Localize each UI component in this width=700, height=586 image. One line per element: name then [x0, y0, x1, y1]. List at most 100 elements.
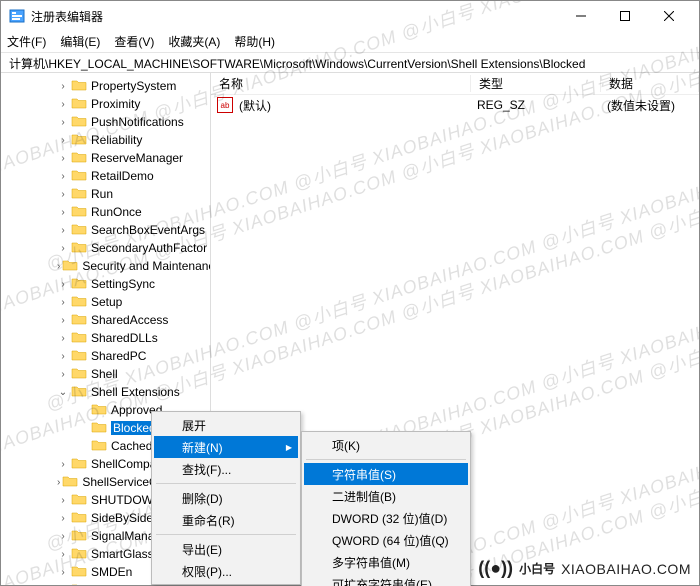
chevron-right-icon[interactable]: ›	[57, 369, 69, 380]
menu-item[interactable]: 删除(D)	[154, 487, 298, 509]
folder-icon	[69, 366, 91, 383]
chevron-right-icon[interactable]: ›	[57, 513, 69, 524]
menu-help[interactable]: 帮助(H)	[234, 33, 275, 50]
chevron-right-icon[interactable]: ›	[57, 243, 69, 254]
tree-item-label: Security and Maintenance	[82, 259, 211, 273]
chevron-right-icon[interactable]: ›	[57, 81, 69, 92]
tree-item-label: SharedAccess	[91, 313, 168, 327]
chevron-right-icon[interactable]: ›	[57, 225, 69, 236]
chevron-right-icon[interactable]: ›	[57, 207, 69, 218]
chevron-right-icon[interactable]: ›	[57, 135, 69, 146]
tree-item[interactable]: › RunOnce	[1, 203, 210, 221]
tree-item[interactable]: ›Setup	[1, 293, 210, 311]
list-row[interactable]: ab(默认)REG_SZ(数值未设置)	[211, 95, 699, 115]
folder-icon	[69, 456, 91, 473]
chevron-right-icon[interactable]: ›	[57, 315, 69, 326]
chevron-right-icon[interactable]: ›	[57, 189, 69, 200]
chevron-right-icon[interactable]: ›	[57, 297, 69, 308]
menu-item[interactable]: 项(K)	[304, 434, 468, 456]
tree-item[interactable]: › SharedAccess	[1, 311, 210, 329]
chevron-right-icon[interactable]: ›	[57, 459, 69, 470]
menu-item[interactable]: 导出(E)	[154, 538, 298, 560]
wifi-icon: ((●))	[478, 558, 513, 579]
col-name[interactable]: 名称	[211, 75, 471, 92]
tree-item-label: SideBySide	[91, 511, 153, 525]
tree-item[interactable]: › Proximity	[1, 95, 210, 113]
chevron-right-icon[interactable]: ›	[57, 279, 69, 290]
watermark-brand: 小白号	[519, 560, 555, 577]
folder-icon	[89, 438, 111, 455]
tree-item[interactable]: ›ReserveManager	[1, 149, 210, 167]
context-menu[interactable]: 展开新建(N)查找(F)... 删除(D)重命名(R) 导出(E)权限(P)...	[151, 411, 301, 585]
menu-favorites[interactable]: 收藏夹(A)	[168, 33, 220, 50]
tree-item-label: SMI	[91, 583, 112, 585]
menu-item[interactable]: 二进制值(B)	[304, 485, 468, 507]
menu-item[interactable]: 可扩充字符串值(E)	[304, 573, 468, 586]
col-type[interactable]: 类型	[471, 75, 601, 92]
menu-item[interactable]: 多字符串值(M)	[304, 551, 468, 573]
col-data[interactable]: 数据	[601, 75, 699, 92]
menu-item[interactable]: QWORD (64 位)值(Q)	[304, 529, 468, 551]
tree-item-label: Proximity	[91, 97, 140, 111]
addressbar[interactable]: 计算机\HKEY_LOCAL_MACHINE\SOFTWARE\Microsof…	[1, 53, 699, 73]
chevron-right-icon[interactable]: ›	[57, 567, 69, 578]
tree-item[interactable]: › SecondaryAuthFactor	[1, 239, 210, 257]
chevron-right-icon[interactable]: ›	[57, 531, 69, 542]
chevron-down-icon[interactable]: ⌄	[57, 387, 69, 398]
tree-item-label: SecondaryAuthFactor	[91, 241, 207, 255]
chevron-right-icon[interactable]: ›	[57, 99, 69, 110]
tree-item[interactable]: ›SharedPC	[1, 347, 210, 365]
tree-item-label: RunOnce	[91, 205, 142, 219]
chevron-right-icon[interactable]: ›	[57, 117, 69, 128]
folder-icon	[69, 186, 91, 203]
maximize-button[interactable]	[603, 1, 647, 31]
tree-item[interactable]: ⌄ Shell Extensions	[1, 383, 210, 401]
value-name: (默认)	[239, 97, 477, 114]
folder-icon	[69, 528, 91, 545]
chevron-right-icon[interactable]: ›	[57, 153, 69, 164]
menu-item[interactable]: 新建(N)	[154, 436, 298, 458]
tree-item-label: PushNotifications	[91, 115, 184, 129]
menu-item[interactable]: 权限(P)...	[154, 560, 298, 582]
tree-item-label: RetailDemo	[91, 169, 154, 183]
menu-file[interactable]: 文件(F)	[7, 33, 46, 50]
menu-item[interactable]: 查找(F)...	[154, 458, 298, 480]
folder-icon	[69, 204, 91, 221]
tree-item-label: Shell	[91, 367, 118, 381]
menu-item[interactable]: 字符串值(S)	[304, 463, 468, 485]
tree-item-label: SharedDLLs	[91, 331, 158, 345]
tree-item[interactable]: ›Reliability	[1, 131, 210, 149]
tree-item-label: PropertySystem	[91, 79, 176, 93]
tree-item[interactable]: › PushNotifications	[1, 113, 210, 131]
chevron-right-icon[interactable]: ›	[57, 333, 69, 344]
tree-item-label: Run	[91, 187, 113, 201]
chevron-right-icon[interactable]: ›	[57, 585, 69, 586]
regedit-icon	[9, 8, 25, 24]
close-button[interactable]	[647, 1, 691, 31]
menu-item[interactable]: 展开	[154, 414, 298, 436]
menu-item[interactable]: DWORD (32 位)值(D)	[304, 507, 468, 529]
tree-item[interactable]: › SharedDLLs	[1, 329, 210, 347]
tree-item-label: Shell Extensions	[91, 385, 180, 399]
folder-icon	[69, 312, 91, 329]
folder-icon	[69, 564, 91, 581]
menu-view[interactable]: 查看(V)	[114, 33, 154, 50]
tree-item[interactable]: ›Security and Maintenance	[1, 257, 210, 275]
chevron-right-icon[interactable]: ›	[57, 549, 69, 560]
watermark-logo: ((●)) 小白号 XIAOBAIHAO.COM	[478, 558, 691, 579]
menu-item[interactable]: 重命名(R)	[154, 509, 298, 531]
tree-item[interactable]: ›SettingSync	[1, 275, 210, 293]
tree-item[interactable]: › Run	[1, 185, 210, 203]
folder-icon	[69, 276, 91, 293]
context-submenu-new[interactable]: 项(K) 字符串值(S)二进制值(B)DWORD (32 位)值(D)QWORD …	[301, 431, 471, 586]
tree-item[interactable]: › RetailDemo	[1, 167, 210, 185]
tree-item[interactable]: › Shell	[1, 365, 210, 383]
tree-item[interactable]: › PropertySystem	[1, 77, 210, 95]
menu-edit[interactable]: 编辑(E)	[60, 33, 100, 50]
chevron-right-icon[interactable]: ›	[57, 495, 69, 506]
folder-icon	[69, 150, 91, 167]
tree-item[interactable]: ›SearchBoxEventArgs	[1, 221, 210, 239]
minimize-button[interactable]	[559, 1, 603, 31]
chevron-right-icon[interactable]: ›	[57, 351, 69, 362]
chevron-right-icon[interactable]: ›	[57, 171, 69, 182]
